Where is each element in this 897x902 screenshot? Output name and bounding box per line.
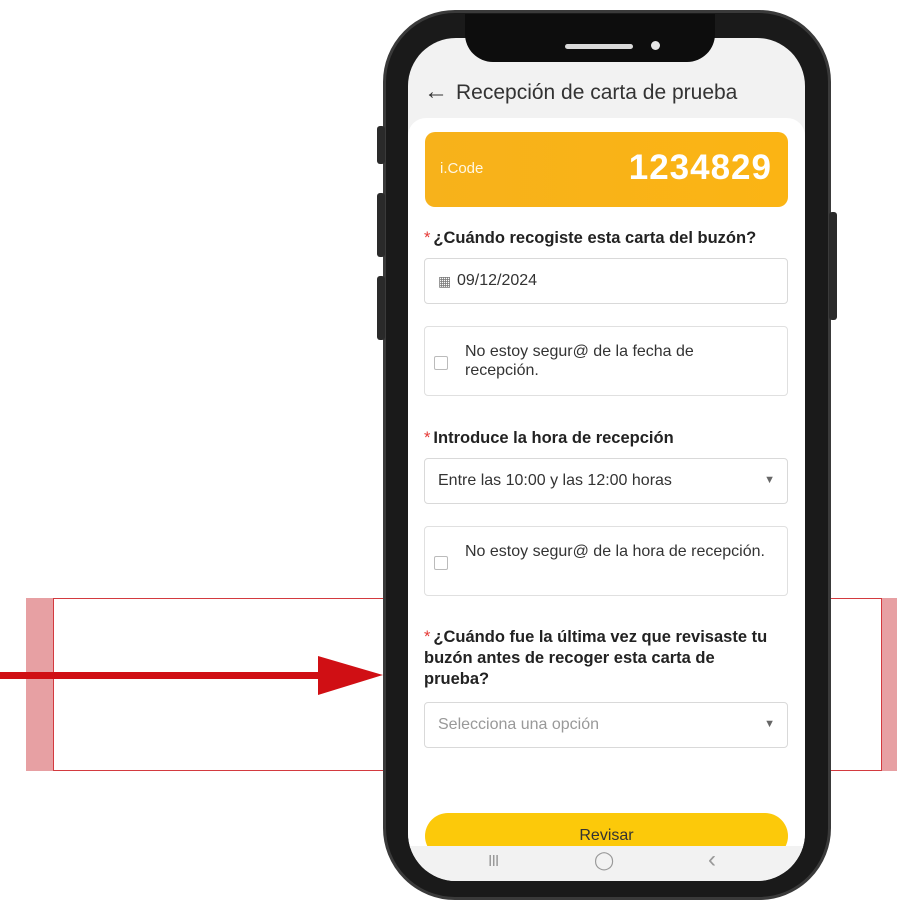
question-pickup-date: * ¿Cuándo recogiste esta carta del buzón? xyxy=(424,229,757,247)
red-arrow-icon xyxy=(0,656,383,695)
question-pickup-time: * Introduce la hora de recepción xyxy=(424,429,674,447)
date-field[interactable]: ▦ 09/12/2024 xyxy=(424,258,788,304)
side-button-volume-up xyxy=(377,193,385,257)
time-select[interactable]: Entre las 10:00 y las 12:00 horas ▼ xyxy=(424,458,788,504)
caret-down-icon: ▼ xyxy=(764,718,775,730)
required-mark: * xyxy=(424,229,431,247)
time-select-value: Entre las 10:00 y las 12:00 horas xyxy=(438,472,672,489)
unsure-date-label: No estoy segur@ de la fecha de recepción… xyxy=(465,343,694,379)
icode-label: i.Code xyxy=(440,160,484,177)
recents-icon[interactable]: III xyxy=(488,853,499,871)
side-button-volume-down xyxy=(377,276,385,340)
last-check-select[interactable]: Selecciona una opción ▼ xyxy=(424,702,788,748)
icode-banner: i.Code 1234829 xyxy=(425,132,788,207)
unsure-time-option[interactable]: No estoy segur@ de la hora de recepción. xyxy=(424,526,788,596)
android-nav-bar: III ◯ ‹ xyxy=(408,846,805,881)
unsure-time-label: No estoy segur@ de la hora de recepción. xyxy=(465,543,765,560)
side-button-mute xyxy=(377,126,385,164)
speaker-icon xyxy=(565,44,633,49)
calendar-icon: ▦ xyxy=(438,273,452,289)
arrow-left-icon[interactable]: ← xyxy=(424,80,448,104)
last-check-placeholder: Selecciona una opción xyxy=(438,716,600,733)
unsure-date-option[interactable]: No estoy segur@ de la fecha de recepción… xyxy=(424,326,788,396)
page-title: Recepción de carta de prueba xyxy=(456,81,738,104)
caret-down-icon: ▼ xyxy=(764,474,775,486)
app-header: ← Recepción de carta de prueba xyxy=(408,68,805,118)
back-icon[interactable]: ‹ xyxy=(708,846,716,874)
date-value: 09/12/2024 xyxy=(457,272,538,289)
unsure-date-checkbox[interactable] xyxy=(434,356,448,370)
camera-icon xyxy=(651,41,660,50)
highlight-band-right xyxy=(882,598,897,771)
form-card: i.Code 1234829 * ¿Cuándo recogiste esta c… xyxy=(408,118,805,859)
phone-notch xyxy=(465,14,715,62)
required-mark: * xyxy=(424,429,431,447)
side-button-power xyxy=(829,212,837,320)
home-icon[interactable]: ◯ xyxy=(594,850,614,871)
question-last-check: * ¿Cuándo fue la última vez que revisaste… xyxy=(424,628,768,688)
required-mark: * xyxy=(424,628,431,646)
phone-screen: ← Recepción de carta de prueba i.Code 12… xyxy=(408,38,805,881)
unsure-time-checkbox[interactable] xyxy=(434,556,448,570)
icode-value: 1234829 xyxy=(628,148,772,187)
